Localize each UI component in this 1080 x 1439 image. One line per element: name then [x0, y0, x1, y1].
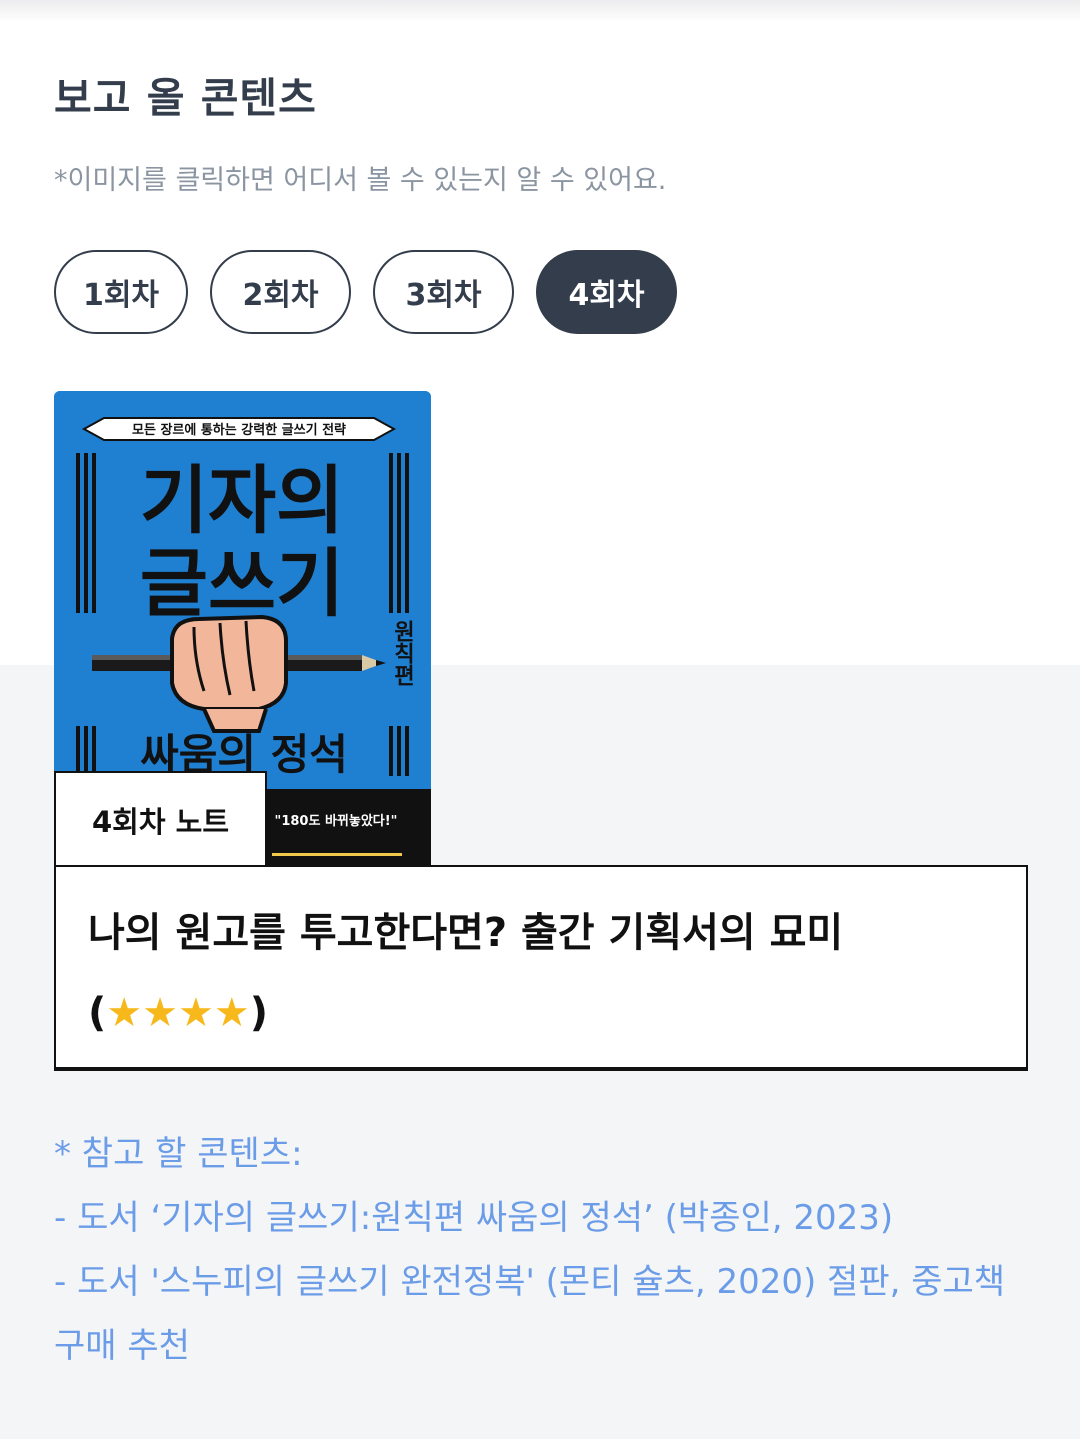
- rating-close: ): [249, 990, 268, 1036]
- episode-tabs: 1회차 2회차 3회차 4회차: [54, 250, 677, 334]
- tab-episode-1[interactable]: 1회차: [54, 250, 188, 334]
- tab-episode-4[interactable]: 4회차: [536, 250, 677, 334]
- tab-episode-2[interactable]: 2회차: [210, 250, 351, 334]
- top-edge-shadow: [0, 0, 1080, 22]
- note-title-text: 나의 원고를 투고한다면? 출간 기획서의 묘미: [88, 910, 844, 956]
- note-title: 나의 원고를 투고한다면? 출간 기획서의 묘미 (★★★★): [88, 893, 996, 1053]
- tab-episode-3[interactable]: 3회차: [373, 250, 514, 334]
- book-title-line2: 글쓰기: [140, 541, 344, 627]
- reference-heading: * 참고 할 콘텐츠:: [54, 1134, 303, 1174]
- book-title-line1: 기자의: [140, 458, 344, 544]
- book-quote: "180도 바뀌놓았다!": [275, 813, 398, 829]
- star-rating-icon: ★★★★: [106, 990, 250, 1036]
- reference-item: - 도서 '스누피의 글쓰기 완전정복' (몬티 슐츠, 2020) 절판, 중…: [54, 1262, 1006, 1366]
- section-subtitle: *이미지를 클릭하면 어디서 볼 수 있는지 알 수 있어요.: [54, 165, 667, 196]
- rating-open: (: [88, 990, 107, 1036]
- book-side-label: 원칙편: [390, 620, 415, 686]
- reference-list: * 참고 할 콘텐츠: - 도서 ‘기자의 글쓰기:원칙편 싸움의 정석’ (박…: [54, 1122, 1014, 1378]
- note-card[interactable]: 나의 원고를 투고한다면? 출간 기획서의 묘미 (★★★★): [54, 865, 1028, 1071]
- book-top-banner: 모든 장르에 통하는 강력한 글쓰기 전략: [132, 422, 346, 438]
- section-title: 보고 올 콘텐츠: [54, 74, 317, 122]
- reference-item: - 도서 ‘기자의 글쓰기:원칙편 싸움의 정석’ (박종인, 2023): [54, 1198, 894, 1238]
- note-label: 4회차 노트: [54, 771, 267, 867]
